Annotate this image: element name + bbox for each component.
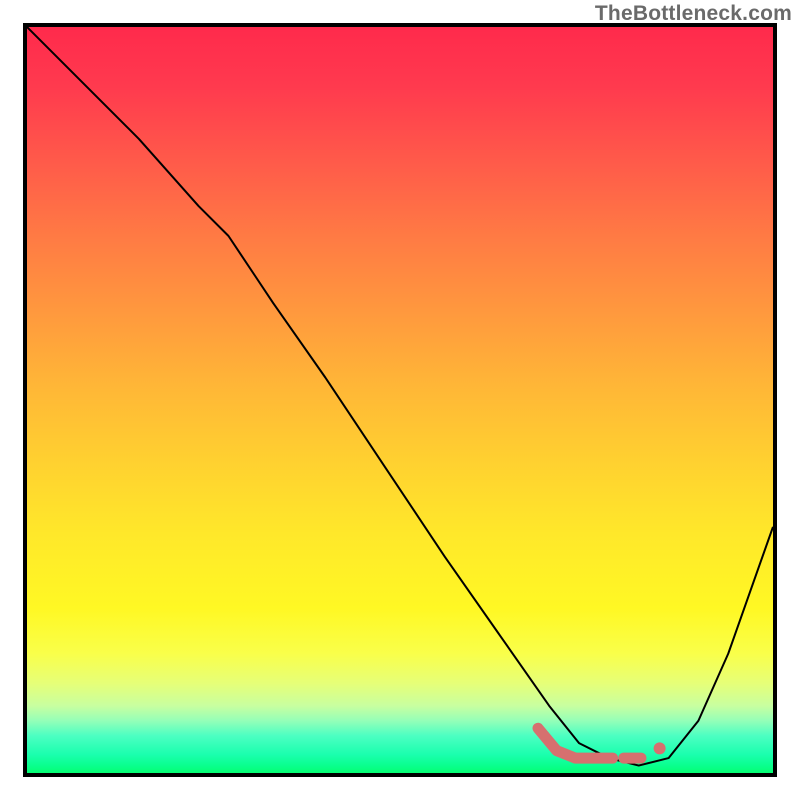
watermark-text: TheBottleneck.com [595,2,792,26]
gradient-background [27,27,773,773]
chart-canvas: TheBottleneck.com [0,0,800,800]
plot-frame [23,23,777,777]
